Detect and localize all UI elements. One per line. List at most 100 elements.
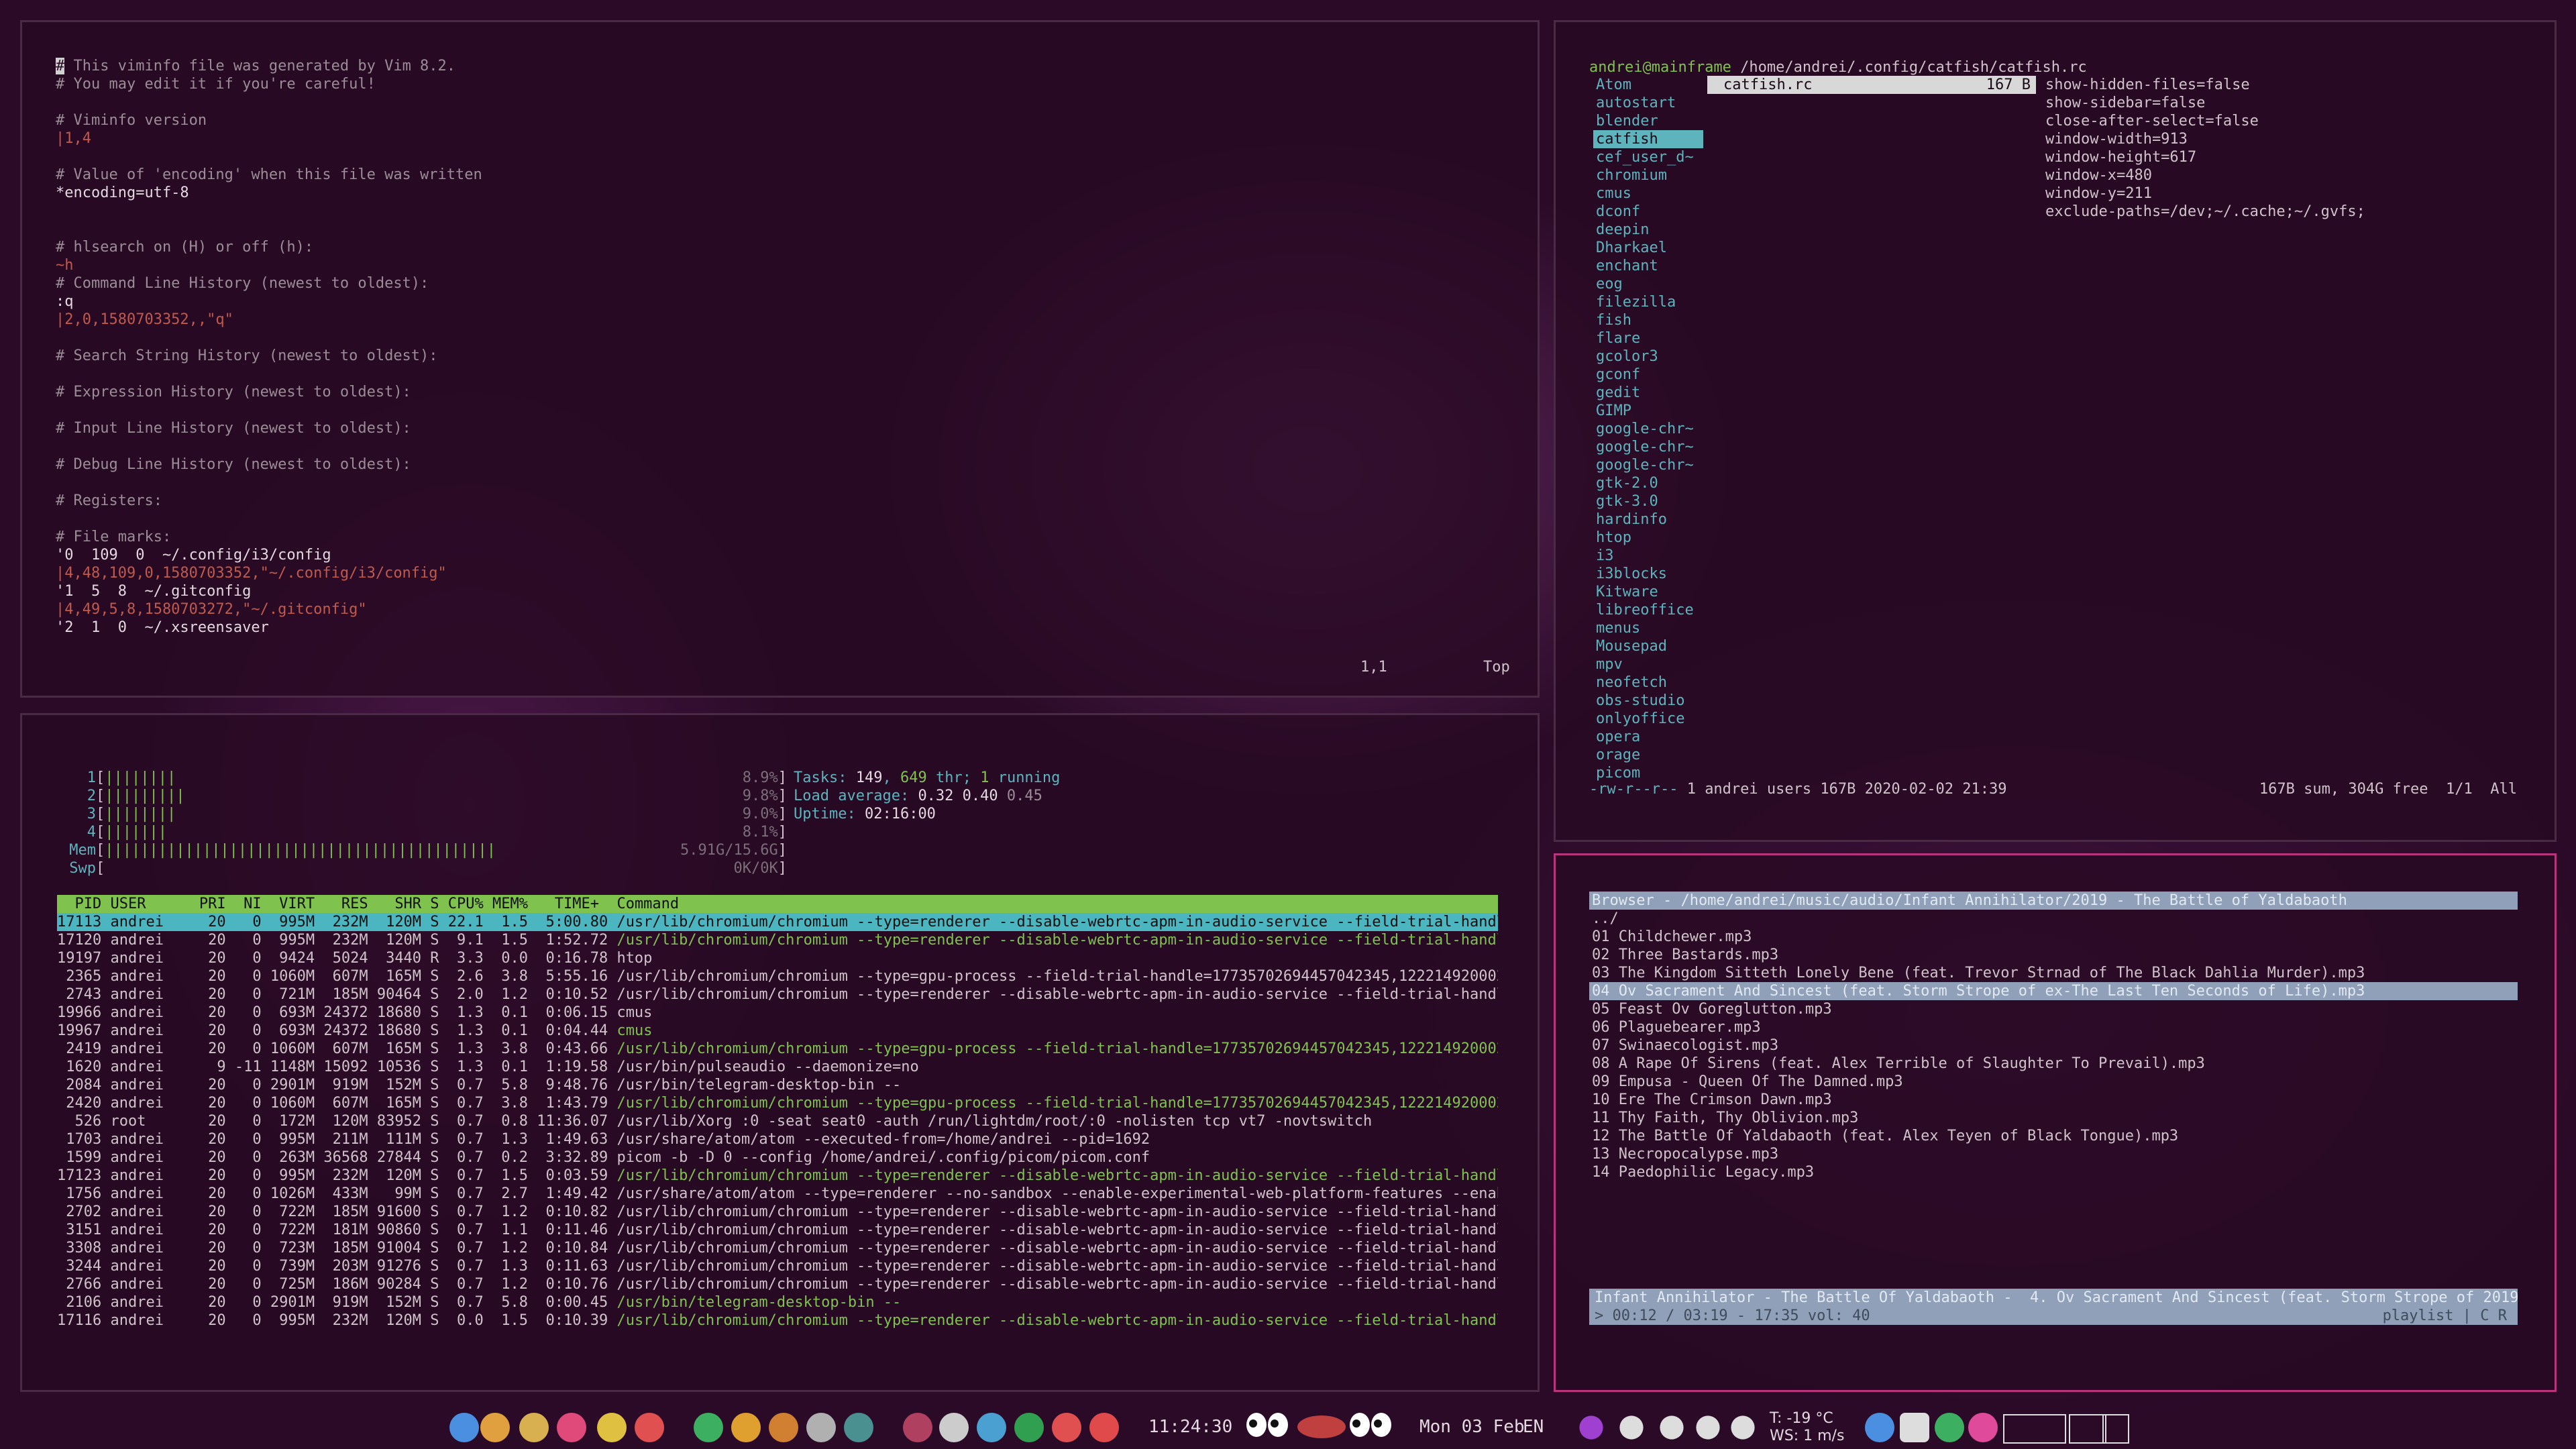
directory-item[interactable]: mpv bbox=[1593, 655, 1721, 674]
process-row[interactable]: 2420 andrei 20 0 1060M 607M 165M S 0.7 3… bbox=[57, 1094, 1498, 1112]
calculator-icon[interactable] bbox=[519, 1413, 549, 1442]
vim-window[interactable]: # This viminfo file was generated by Vim… bbox=[20, 20, 1540, 698]
update-icon[interactable] bbox=[1014, 1413, 1044, 1442]
directory-item[interactable]: libreoffice bbox=[1593, 601, 1721, 619]
telegram-icon[interactable] bbox=[1619, 1415, 1644, 1440]
directory-item[interactable]: blender bbox=[1593, 112, 1721, 130]
directory-item[interactable]: eog bbox=[1593, 275, 1721, 293]
blender-icon[interactable] bbox=[806, 1413, 836, 1442]
track-item[interactable]: 02 Three Bastards.mp3 bbox=[1589, 946, 2518, 964]
directory-item[interactable]: neofetch bbox=[1593, 674, 1721, 692]
workspace-3-icon[interactable] bbox=[1935, 1413, 1964, 1442]
directory-item[interactable]: cmus bbox=[1593, 184, 1721, 203]
process-row[interactable]: 526 root 20 0 172M 120M 83952 S 0.7 0.8 … bbox=[57, 1112, 1498, 1130]
directory-item[interactable]: autostart bbox=[1593, 94, 1721, 112]
directory-item[interactable]: Kitware bbox=[1593, 583, 1721, 601]
process-row[interactable]: 2365 andrei 20 0 1060M 607M 165M S 2.6 3… bbox=[57, 967, 1498, 985]
directory-item[interactable]: Dharkael bbox=[1593, 239, 1721, 257]
process-row[interactable]: 2743 andrei 20 0 721M 185M 90464 S 2.0 1… bbox=[57, 985, 1498, 1004]
chevron-up-icon[interactable] bbox=[939, 1413, 969, 1442]
process-row[interactable]: 2084 andrei 20 0 2901M 919M 152M S 0.7 5… bbox=[57, 1076, 1498, 1094]
directory-item[interactable]: google-chr~ bbox=[1593, 456, 1721, 474]
process-row[interactable]: 3308 andrei 20 0 723M 185M 91004 S 0.7 1… bbox=[57, 1239, 1498, 1257]
track-item[interactable]: 06 Plaguebearer.mp3 bbox=[1589, 1018, 2518, 1036]
pdf-icon[interactable] bbox=[903, 1413, 932, 1442]
directory-item[interactable]: obs-studio bbox=[1593, 692, 1721, 710]
process-row[interactable]: 17123 andrei 20 0 995M 232M 120M S 0.7 1… bbox=[57, 1167, 1498, 1185]
directory-item[interactable]: deepin bbox=[1593, 221, 1721, 239]
workspace-1-icon[interactable] bbox=[1865, 1413, 1894, 1442]
directory-item[interactable]: dconf bbox=[1593, 203, 1721, 221]
directory-item[interactable]: hardinfo bbox=[1593, 511, 1721, 529]
vivaldi-icon[interactable] bbox=[557, 1413, 586, 1442]
track-item[interactable]: 12 The Battle Of Yaldabaoth (feat. Alex … bbox=[1589, 1127, 2518, 1145]
chrome-icon[interactable] bbox=[731, 1413, 761, 1442]
spotify-icon[interactable] bbox=[694, 1413, 723, 1442]
process-row[interactable]: 3151 andrei 20 0 722M 181M 90860 S 0.7 1… bbox=[57, 1221, 1498, 1239]
track-item[interactable]: 13 Necropocalypse.mp3 bbox=[1589, 1145, 2518, 1163]
transmission-icon[interactable] bbox=[635, 1413, 664, 1442]
process-row[interactable]: 3244 andrei 20 0 739M 203M 91276 S 0.7 1… bbox=[57, 1257, 1498, 1275]
process-row[interactable]: 17113 andrei 20 0 995M 232M 120M S 22.1 … bbox=[57, 913, 1498, 931]
workspace-5[interactable] bbox=[2003, 1414, 2066, 1444]
directory-item[interactable]: chromium bbox=[1593, 166, 1721, 184]
track-item[interactable]: 07 Swinaecologist.mp3 bbox=[1589, 1036, 2518, 1055]
process-row[interactable]: 2419 andrei 20 0 1060M 607M 165M S 1.3 3… bbox=[57, 1040, 1498, 1058]
track-item[interactable]: 09 Empusa - Queen Of The Damned.mp3 bbox=[1589, 1073, 2518, 1091]
track-item[interactable]: 03 The Kingdom Sitteth Lonely Bene (feat… bbox=[1589, 964, 2518, 982]
firefox-icon[interactable] bbox=[1579, 1415, 1603, 1440]
file-row-selected[interactable]: catfish.rc 167 B bbox=[1707, 76, 2036, 94]
directory-item[interactable]: gconf bbox=[1593, 366, 1721, 384]
tools-icon[interactable] bbox=[1052, 1413, 1081, 1442]
directory-item[interactable]: picom bbox=[1593, 764, 1721, 782]
track-item[interactable]: 05 Feast Ov Goreglutton.mp3 bbox=[1589, 1000, 2518, 1018]
inkscape-icon[interactable] bbox=[844, 1413, 873, 1442]
directory-item[interactable]: i3blocks bbox=[1593, 565, 1721, 583]
directory-item[interactable]: opera bbox=[1593, 728, 1721, 746]
keyboard-layout[interactable]: EN bbox=[1523, 1417, 1544, 1437]
directory-item[interactable]: cef_user_d~ bbox=[1593, 148, 1721, 166]
process-table[interactable]: PID USER PRI NI VIRT RES SHR S CPU% MEM%… bbox=[57, 895, 1498, 1330]
directory-item[interactable]: flare bbox=[1593, 329, 1721, 347]
cmus-window[interactable]: Browser - /home/andrei/music/audio/Infan… bbox=[1554, 853, 2557, 1392]
htop-window[interactable]: 1[|||||||| 8.9%] 2[||||||||| 9.8%] 3[|||||||… bbox=[20, 713, 1540, 1392]
current-directory-list[interactable]: catfish.rc 167 B bbox=[1707, 76, 2036, 94]
process-row[interactable]: 19197 andrei 20 0 9424 5024 3440 R 3.3 0… bbox=[57, 949, 1498, 967]
track-list[interactable]: ../01 Childchewer.mp3 02 Three Bastards.m… bbox=[1589, 910, 2518, 1181]
directory-item[interactable]: gtk-2.0 bbox=[1593, 474, 1721, 492]
vim-buffer[interactable]: # This viminfo file was generated by Vim… bbox=[56, 57, 482, 637]
process-table-header[interactable]: PID USER PRI NI VIRT RES SHR S CPU% MEM%… bbox=[57, 895, 1498, 913]
directory-item[interactable]: htop bbox=[1593, 529, 1721, 547]
ranger-window[interactable]: andrei@mainframe /home/andrei/.config/ca… bbox=[1554, 20, 2557, 842]
process-row[interactable]: 1703 andrei 20 0 995M 211M 111M S 0.7 1.… bbox=[57, 1130, 1498, 1148]
track-item[interactable]: 11 Thy Faith, Thy Oblivion.mp3 bbox=[1589, 1109, 2518, 1127]
colorpicker-icon[interactable] bbox=[597, 1413, 627, 1442]
parent-directory-list[interactable]: Atom autostart blender catfish cef_user_d~ ch… bbox=[1593, 76, 1721, 782]
workspace-6[interactable] bbox=[2069, 1414, 2106, 1444]
directory-item[interactable]: gtk-3.0 bbox=[1593, 492, 1721, 511]
track-item[interactable]: ../ bbox=[1589, 910, 2518, 928]
track-item[interactable]: 08 A Rape Of Sirens (feat. Alex Terrible… bbox=[1589, 1055, 2518, 1073]
directory-item[interactable]: i3 bbox=[1593, 547, 1721, 565]
process-row[interactable]: 19967 andrei 20 0 693M 24372 18680 S 1.3… bbox=[57, 1022, 1498, 1040]
track-item[interactable]: 01 Childchewer.mp3 bbox=[1589, 928, 2518, 946]
archive-icon[interactable] bbox=[769, 1413, 798, 1442]
track-item[interactable]: 04 Ov Sacrament And Sincest (feat. Storm… bbox=[1589, 982, 2518, 1000]
directory-item[interactable]: gcolor3 bbox=[1593, 347, 1721, 366]
process-row[interactable]: 17116 andrei 20 0 995M 232M 120M S 0.0 1… bbox=[57, 1311, 1498, 1330]
directory-item[interactable]: Mousepad bbox=[1593, 637, 1721, 655]
workspace-switcher[interactable] bbox=[1865, 1409, 2133, 1446]
directory-item[interactable]: GIMP bbox=[1593, 402, 1721, 420]
directory-item[interactable]: gedit bbox=[1593, 384, 1721, 402]
directory-item[interactable]: fish bbox=[1593, 311, 1721, 329]
chromium-icon[interactable] bbox=[449, 1413, 479, 1442]
process-row[interactable]: 1756 andrei 20 0 1026M 433M 99M S 0.7 2.… bbox=[57, 1185, 1498, 1203]
track-item[interactable]: 14 Paedophilic Legacy.mp3 bbox=[1589, 1163, 2518, 1181]
cloud-icon[interactable] bbox=[1731, 1415, 1755, 1440]
process-row[interactable]: 1620 andrei 9 -11 1148M 15092 10536 S 1.… bbox=[57, 1058, 1498, 1076]
track-item[interactable]: 10 Ere The Crimson Dawn.mp3 bbox=[1589, 1091, 2518, 1109]
process-row[interactable]: 1599 andrei 20 0 263M 36568 27844 S 0.7 … bbox=[57, 1148, 1498, 1167]
process-row[interactable]: 2766 andrei 20 0 725M 186M 90284 S 0.7 1… bbox=[57, 1275, 1498, 1293]
directory-item[interactable]: enchant bbox=[1593, 257, 1721, 275]
directory-item[interactable]: filezilla bbox=[1593, 293, 1721, 311]
